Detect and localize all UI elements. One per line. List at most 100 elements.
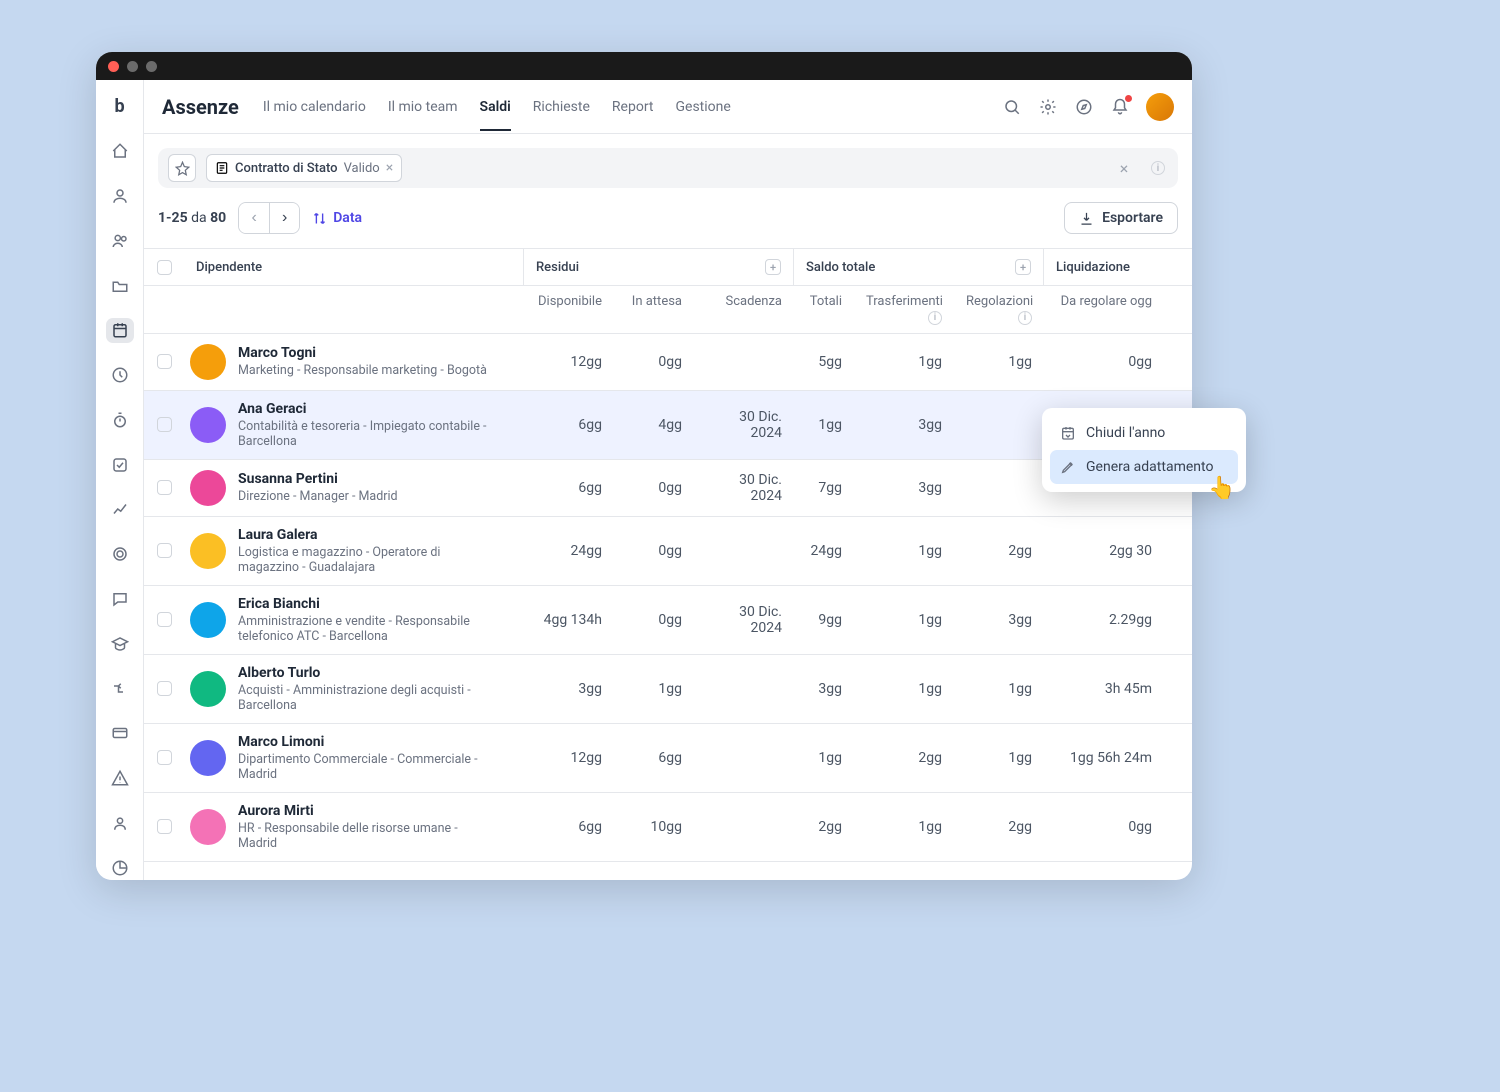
col-total[interactable]: Totali [794,286,854,333]
employee-name: Erica Bianchi [238,596,498,612]
app-window: b Assenze Il mio calendario [96,52,1192,880]
nav-calendar-icon[interactable] [106,318,134,343]
pagination-controls: ‹ › [238,202,300,234]
column-group-employee: Dipendente [184,249,524,285]
table-row[interactable]: Ana GeraciContabilità e tesoreria - Impi… [144,391,1192,460]
app-logo[interactable]: b [106,94,134,119]
page-next-button[interactable]: › [269,203,299,233]
nav-timer-icon[interactable] [106,407,134,432]
nav-graduation-icon[interactable] [106,631,134,656]
tab-team[interactable]: Il mio team [388,99,458,131]
notifications-icon[interactable] [1110,97,1130,117]
nav-alert-icon[interactable] [106,766,134,791]
employee-subtitle: Dipartimento Commerciale - Commerciale -… [238,752,498,782]
filter-chip-close-icon[interactable]: × [386,160,393,176]
col-adjustments[interactable]: Regolazionii [954,286,1044,333]
row-checkbox[interactable] [144,543,184,558]
pagination-range: 1-25 da 80 [158,210,226,226]
cell-pending: 6gg [614,750,694,766]
employee-avatar [190,344,226,380]
user-avatar[interactable] [1146,93,1174,121]
cell-transfers: 1gg [854,543,954,559]
search-icon[interactable] [1002,97,1022,117]
nav-person-icon[interactable] [106,184,134,209]
cell-available: 12gg [524,354,614,370]
nav-chart-icon[interactable] [106,497,134,522]
add-residui-column-icon[interactable]: + [765,259,781,275]
sort-button[interactable]: Data [312,210,362,226]
icon-sidebar: b [96,80,144,880]
cell-available: 24gg [524,543,614,559]
clear-filters-icon[interactable]: × [1112,156,1136,180]
table-row[interactable]: Laura GaleraLogistica e magazzino - Oper… [144,517,1192,586]
cell-pending: 0gg [614,480,694,496]
employee-subtitle: Acquisti - Amministrazione degli acquist… [238,683,498,713]
cell-pending: 0gg [614,354,694,370]
row-checkbox[interactable] [144,612,184,627]
nav-clock-icon[interactable] [106,363,134,388]
employee-name: Susanna Pertini [238,471,398,487]
nav-folder-icon[interactable] [106,273,134,298]
favorite-button[interactable] [168,154,196,182]
nav-card-icon[interactable] [106,721,134,746]
employee-name: Alberto Turlo [238,665,498,681]
menu-generate-adjustment[interactable]: Genera adattamento [1050,450,1238,484]
compass-icon[interactable] [1074,97,1094,117]
employee-avatar [190,602,226,638]
tab-requests[interactable]: Richieste [533,99,590,131]
nav-target-icon[interactable] [106,542,134,567]
cell-transfers: 1gg [854,819,954,835]
nav-user-icon[interactable] [106,811,134,836]
nav-workflow-icon[interactable] [106,676,134,701]
export-button[interactable]: Esportare [1064,202,1178,234]
filter-info-icon[interactable]: i [1144,156,1168,180]
col-to-settle[interactable]: Da regolare ogg [1044,286,1164,333]
window-close-dot[interactable] [108,61,119,72]
data-table: Dipendente Residui + Saldo totale + Liqu… [144,248,1192,880]
col-pending[interactable]: In attesa [614,286,694,333]
nav-home-icon[interactable] [106,139,134,164]
nav-chat-icon[interactable] [106,587,134,612]
page-prev-button[interactable]: ‹ [239,203,269,233]
table-row[interactable]: Susanna PertiniDirezione - Manager - Mad… [144,460,1192,517]
row-checkbox[interactable] [144,417,184,432]
row-checkbox[interactable] [144,681,184,696]
settings-icon[interactable] [1038,97,1058,117]
table-row[interactable]: Alberto Turlo Acquisti - Amministrazione … [144,655,1192,724]
row-checkbox[interactable] [144,750,184,765]
tab-balances[interactable]: Saldi [480,99,511,131]
cell-adjustments: 3gg [954,612,1044,628]
row-checkbox[interactable] [144,354,184,369]
table-row[interactable]: Marco TogniMarketing - Responsabile mark… [144,334,1192,391]
employee-avatar [190,740,226,776]
window-maximize-dot[interactable] [146,61,157,72]
row-checkbox[interactable] [144,480,184,495]
window-minimize-dot[interactable] [127,61,138,72]
nav-people-icon[interactable] [106,228,134,253]
column-group-saldo: Saldo totale + [794,249,1044,285]
tab-calendar[interactable]: Il mio calendario [263,99,366,131]
cell-transfers: 3gg [854,417,954,433]
nav-check-icon[interactable] [106,452,134,477]
tab-report[interactable]: Report [612,99,654,131]
nav-pie-icon[interactable] [106,855,134,880]
col-available[interactable]: Disponibile [524,286,614,333]
col-expiry[interactable]: Scadenza [694,286,794,333]
cell-to-settle: 2.29gg [1044,612,1164,628]
table-row[interactable]: Erica BianchiAmministrazione e vendite -… [144,586,1192,655]
tab-management[interactable]: Gestione [675,99,730,131]
notification-badge [1125,95,1132,102]
cell-adjustments: 1gg [954,681,1044,697]
table-row[interactable]: Marco LimoniDipartimento Commerciale - C… [144,724,1192,793]
row-checkbox[interactable] [144,819,184,834]
employee-name: Marco Togni [238,345,487,361]
cell-to-settle: 2gg 30 [1044,543,1164,559]
add-saldo-column-icon[interactable]: + [1015,259,1031,275]
filter-chip[interactable]: Contratto di Stato Valido × [206,154,402,182]
menu-close-year[interactable]: Chiudi l'anno [1050,416,1238,450]
table-row[interactable]: Aurora MirtiHR - Responsabile delle riso… [144,793,1192,862]
employee-subtitle: Contabilità e tesoreria - Impiegato cont… [238,419,498,449]
select-all-cell[interactable] [144,249,184,285]
col-transfers[interactable]: Trasferimentii [854,286,954,333]
tabs: Il mio calendario Il mio team Saldi Rich… [263,91,731,123]
